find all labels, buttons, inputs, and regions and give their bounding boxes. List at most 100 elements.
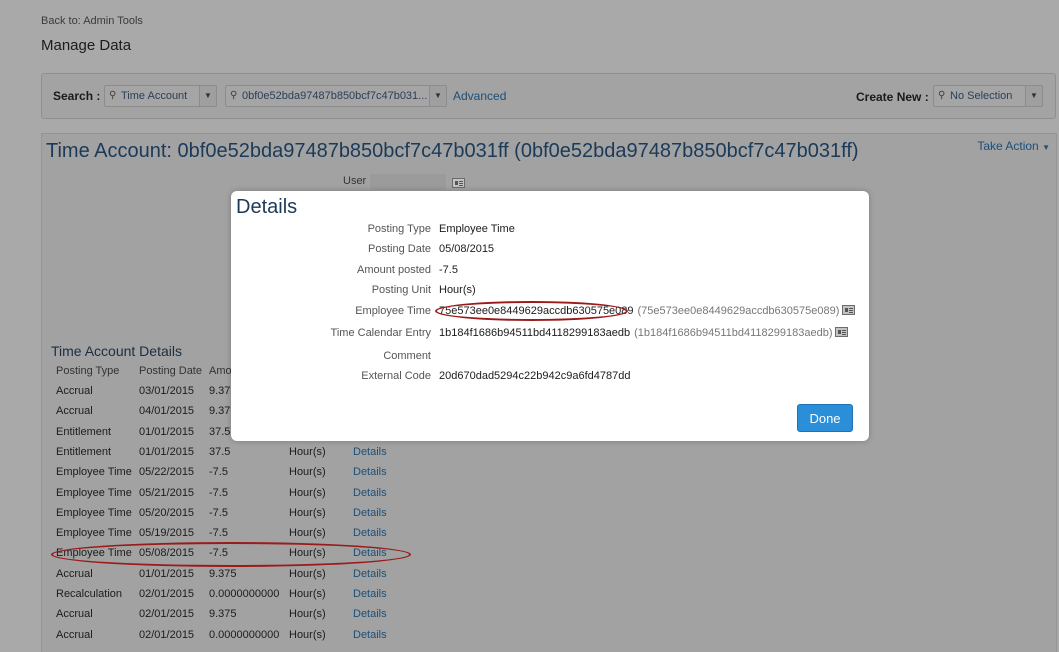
details-link[interactable]: Details — [353, 604, 387, 624]
details-link[interactable]: Details — [353, 564, 387, 584]
done-button[interactable]: Done — [797, 404, 853, 432]
unit-cell: Hour(s) — [289, 445, 326, 458]
posting-date-cell: 02/01/2015 — [139, 588, 195, 600]
posting-date-cell: 05/20/2015 — [139, 506, 195, 519]
detail-row: External Code 20d670dad5294c22b942c9a6fd4… — [231, 366, 869, 386]
detail-value: 75e573ee0e8449629accdb630575e089 (75e573e… — [439, 301, 856, 321]
advanced-search-link[interactable]: Advanced — [453, 89, 506, 103]
posting-type-cell: Recalculation — [56, 588, 123, 600]
amount-cell: 37.5 — [209, 445, 231, 458]
posting-type-cell: Entitlement — [56, 425, 112, 438]
take-action-menu[interactable]: Take Action ▼ — [977, 139, 1050, 153]
caret-down-icon: ▼ — [1042, 143, 1050, 152]
back-link[interactable]: Back to: Admin Tools — [41, 15, 143, 27]
search-icon: ⚲ — [938, 90, 946, 101]
detail-value-text: Hour(s) — [439, 284, 476, 296]
posting-type-cell: Employee Time — [56, 486, 132, 499]
detail-row: Time Calendar Entry 1b184f1686b94511bd411… — [231, 323, 869, 343]
amount-cell: 37.5 — [209, 425, 231, 438]
amount-cell: -7.5 — [209, 527, 228, 540]
lookup-icon[interactable] — [452, 178, 465, 188]
unit-cell: Hour(s) — [289, 466, 326, 479]
detail-value: 05/08/2015 — [439, 239, 494, 259]
entity-id-select[interactable]: ⚲ 0bf0e52bda97487b850bcf7c47b031... ▼ — [225, 85, 447, 107]
posting-type-cell: Accrual — [56, 628, 93, 641]
time-account-details-title: Time Account Details — [51, 343, 182, 359]
amount-cell: 9.37 — [209, 405, 231, 418]
column-header: Amo — [209, 365, 232, 377]
entity-type-select[interactable]: ⚲ Time Account ▼ — [104, 85, 217, 107]
detail-label: Posting Date — [368, 243, 431, 255]
detail-row: Posting Unit Hour(s) — [231, 280, 869, 300]
user-label: User — [343, 175, 367, 187]
posting-type-cell: Employee Time — [56, 527, 132, 540]
details-link[interactable]: Details — [353, 543, 387, 563]
amount-cell: 9.37 — [209, 385, 231, 397]
column-header: Posting Date — [139, 365, 202, 377]
amount-cell: -7.5 — [209, 466, 228, 479]
take-action-label: Take Action — [977, 139, 1039, 153]
detail-value: 1b184f1686b94511bd4118299183aedb (1b184f1… — [439, 323, 849, 343]
detail-label: Time Calendar Entry — [330, 327, 431, 339]
posting-date-cell: 01/01/2015 — [139, 445, 195, 458]
detail-value: 20d670dad5294c22b942c9a6fd4787dd — [439, 366, 630, 386]
unit-cell: Hour(s) — [289, 547, 326, 560]
detail-value: Hour(s) — [439, 280, 476, 300]
detail-label: Posting Type — [367, 223, 431, 235]
details-link[interactable]: Details — [353, 462, 387, 482]
detail-value-text: 1b184f1686b94511bd4118299183aedb — [439, 327, 631, 339]
dialog-title: Details — [236, 196, 298, 218]
unit-cell: Hour(s) — [289, 567, 326, 580]
detail-label: Employee Time — [355, 305, 431, 317]
lookup-icon[interactable] — [835, 327, 849, 338]
detail-label: Posting Unit — [371, 284, 431, 296]
user-value-field — [370, 174, 446, 190]
detail-row: Amount posted -7.5 — [231, 260, 869, 280]
details-link[interactable]: Details — [353, 442, 387, 462]
search-bar: Search : ⚲ Time Account ▼ ⚲ 0bf0e52bda97… — [41, 73, 1056, 119]
detail-value-secondary: (75e573ee0e8449629accdb630575e089) — [637, 305, 840, 317]
detail-label: External Code — [361, 370, 431, 382]
posting-date-cell: 02/01/2015 — [139, 628, 195, 641]
detail-value-secondary: (1b184f1686b94511bd4118299183aedb) — [634, 327, 833, 339]
posting-date-cell: 05/19/2015 — [139, 527, 195, 540]
detail-value-text: Employee Time — [439, 223, 515, 235]
details-link[interactable]: Details — [353, 503, 387, 523]
create-new-select[interactable]: ⚲ No Selection ▼ — [933, 85, 1043, 107]
chevron-down-icon[interactable]: ▼ — [199, 86, 216, 106]
detail-label: Comment — [383, 350, 431, 362]
details-link[interactable]: Details — [353, 625, 387, 645]
create-new-value: No Selection — [950, 90, 1013, 102]
create-new-label: Create New : — [856, 90, 929, 104]
page: Back to: Admin Tools Manage Data Search … — [0, 0, 1059, 652]
amount-cell: 0.0000000000 — [209, 588, 280, 600]
posting-type-cell: Entitlement — [56, 445, 112, 458]
posting-type-cell: Employee Time — [56, 466, 132, 479]
posting-type-cell: Accrual — [56, 405, 93, 418]
posting-date-cell: 01/01/2015 — [139, 425, 195, 438]
detail-value-text: 05/08/2015 — [439, 243, 495, 255]
details-link[interactable]: Details — [353, 483, 387, 503]
detail-row: Posting Date 05/08/2015 — [231, 239, 869, 259]
posting-date-cell: 04/01/2015 — [139, 405, 195, 418]
chevron-down-icon[interactable]: ▼ — [1025, 86, 1042, 106]
entity-title: Time Account: 0bf0e52bda97487b850bcf7c47… — [46, 140, 859, 162]
chevron-down-icon[interactable]: ▼ — [429, 86, 446, 106]
detail-row: Comment — [231, 346, 869, 366]
detail-value-text: 20d670dad5294c22b942c9a6fd4787dd — [439, 370, 631, 382]
posting-date-cell: 02/01/2015 — [139, 608, 195, 621]
amount-cell: 9.375 — [209, 608, 237, 621]
lookup-icon[interactable] — [842, 305, 856, 316]
details-link[interactable]: Details — [353, 523, 387, 543]
amount-cell: 9.375 — [209, 567, 237, 580]
search-label: Search : — [53, 89, 101, 103]
details-link[interactable]: Details — [353, 584, 387, 604]
amount-cell: -7.5 — [209, 547, 228, 560]
posting-date-cell: 05/22/2015 — [139, 466, 195, 479]
amount-cell: 0.0000000000 — [209, 628, 280, 641]
posting-type-cell: Accrual — [56, 567, 93, 580]
posting-type-cell: Employee Time — [56, 547, 132, 560]
page-title: Manage Data — [41, 37, 132, 54]
posting-type-cell: Employee Time — [56, 506, 132, 519]
detail-row: Employee Time 75e573ee0e8449629accdb63057… — [231, 301, 869, 321]
